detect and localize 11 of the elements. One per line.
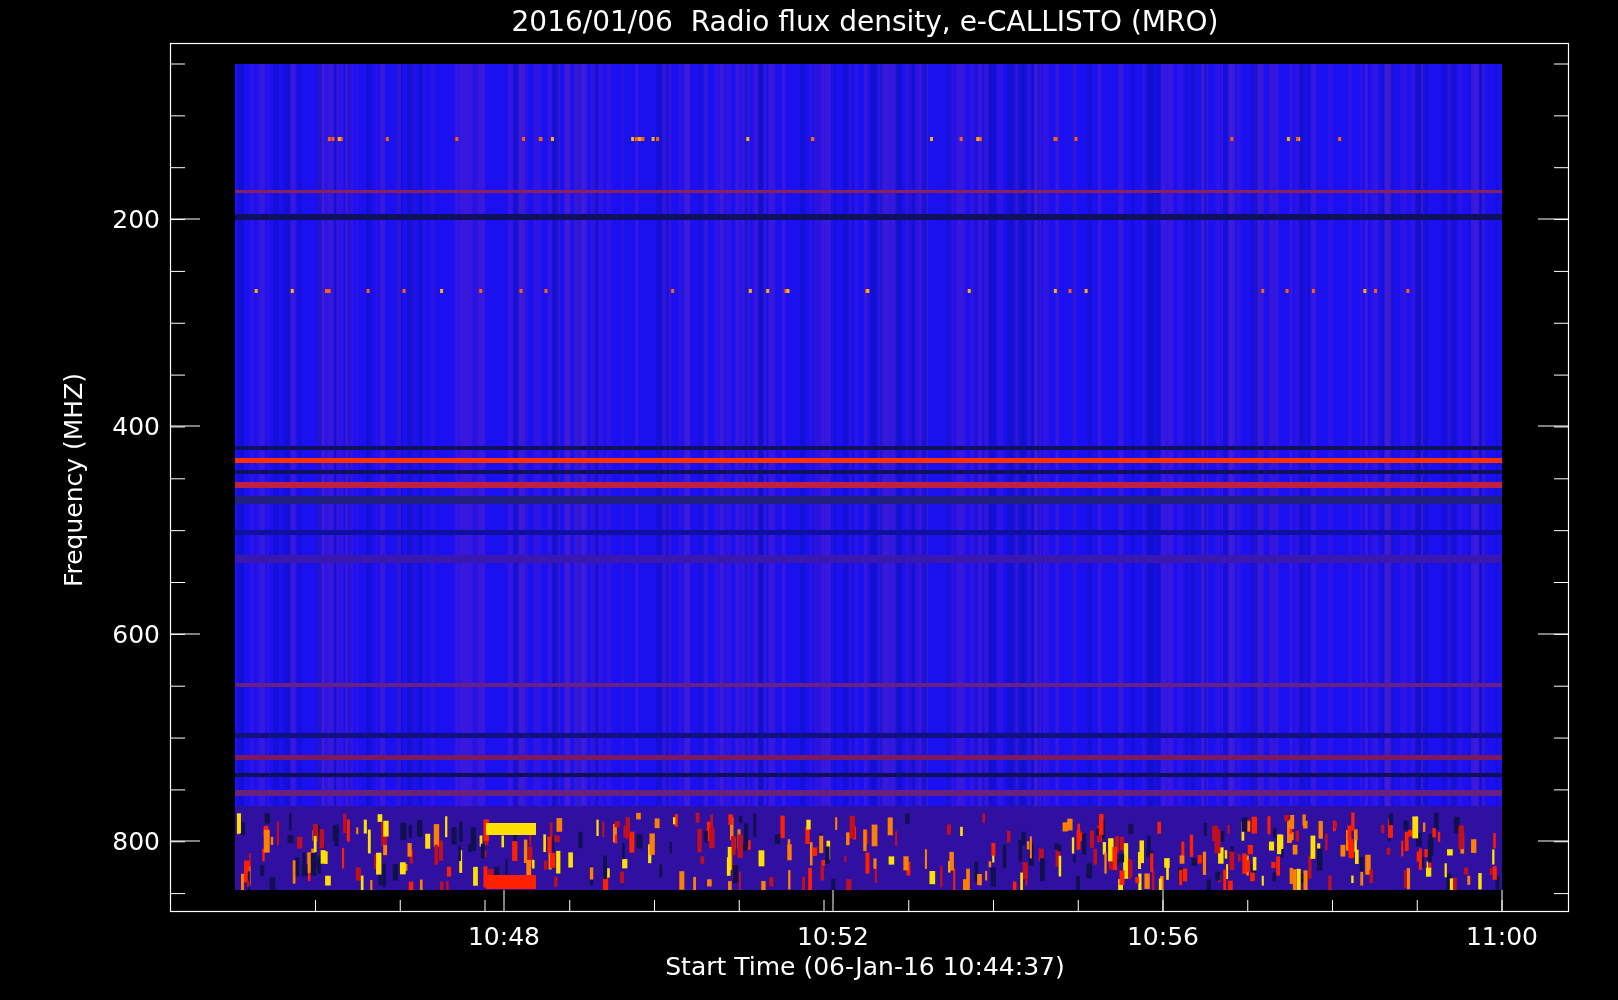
y-tick-label: 800 (112, 827, 160, 856)
x-tick-label: 11:00 (1466, 922, 1538, 951)
y-tick-label: 600 (112, 620, 160, 649)
y-tick-label: 400 (112, 412, 160, 441)
x-tick-label: 10:56 (1127, 922, 1199, 951)
x-tick-label: 10:52 (797, 922, 869, 951)
y-axis-label: Frequency (MHZ) (59, 372, 88, 588)
x-tick-label: 10:48 (468, 922, 540, 951)
y-tick-label: 200 (112, 205, 160, 234)
x-axis-label: Start Time (06-Jan-16 10:44:37) (665, 952, 1065, 981)
chart-title: 2016/01/06 Radio flux density, e-CALLISTO (MRO) (511, 5, 1219, 38)
